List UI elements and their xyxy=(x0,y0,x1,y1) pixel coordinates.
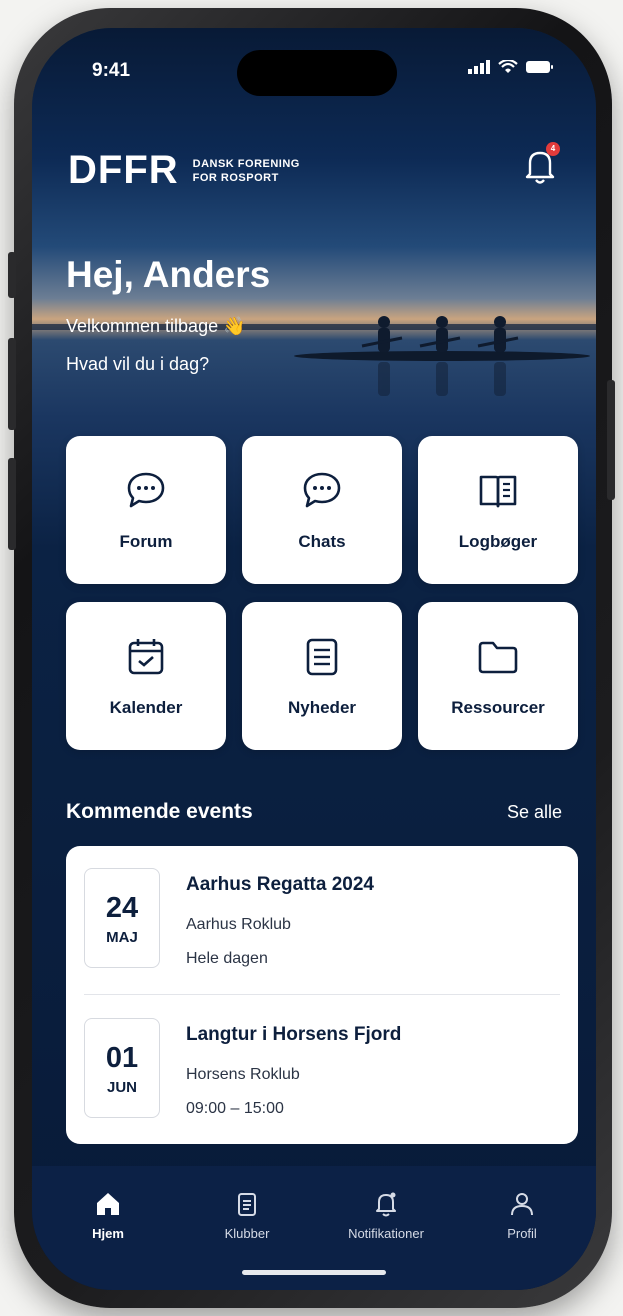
home-indicator xyxy=(242,1270,386,1275)
home-icon xyxy=(97,1193,119,1215)
logo-line-2: FOR ROSPORT xyxy=(192,171,279,184)
logo-line-1: DANSK FORENING xyxy=(192,157,300,170)
event-title: Aarhus Regatta 2024 xyxy=(186,874,374,895)
person-icon xyxy=(511,1193,533,1216)
event-item[interactable]: 24 MAJ Aarhus Regatta 2024 Aarhus Roklub… xyxy=(66,846,578,994)
event-title: Langtur i Horsens Fjord xyxy=(186,1024,402,1045)
signal-icon xyxy=(468,60,490,74)
app-screen: 9:41 DFFR DANSK FORENING FOR ROSPORT 4 H… xyxy=(32,28,596,1290)
document-icon xyxy=(306,638,338,676)
volume-down-button xyxy=(8,458,16,550)
battery-icon xyxy=(526,61,553,73)
tile-label: Forum xyxy=(119,532,173,551)
volume-up-button xyxy=(8,338,16,430)
event-date-box: 24 MAJ xyxy=(84,868,160,968)
rowing-crew-image xyxy=(294,316,590,396)
tile-calendar[interactable]: Kalender xyxy=(66,602,226,750)
tile-label: Chats xyxy=(298,532,346,551)
welcome-text: Velkommen tilbage 👋 xyxy=(66,316,246,336)
folder-icon xyxy=(478,641,518,674)
status-time: 9:41 xyxy=(92,60,131,81)
calendar-icon xyxy=(128,639,164,675)
event-day: 01 xyxy=(105,1041,139,1074)
event-month: JUN xyxy=(106,1078,137,1096)
bell-icon xyxy=(376,1192,396,1217)
tab-notifications[interactable]: Notifikationer xyxy=(326,1190,446,1241)
tile-chats[interactable]: Chats xyxy=(242,436,402,584)
tab-profile[interactable]: Profil xyxy=(462,1190,582,1241)
dffr-logo: DFFR DANSK FORENING FOR ROSPORT xyxy=(68,148,300,193)
events-card: 24 MAJ Aarhus Regatta 2024 Aarhus Roklub… xyxy=(66,846,578,1144)
event-club: Aarhus Roklub xyxy=(186,916,291,933)
event-day: 24 xyxy=(105,891,139,924)
tile-resources[interactable]: Ressourcer xyxy=(418,602,578,750)
event-month: MAJ xyxy=(106,928,138,946)
dynamic-island xyxy=(237,50,397,96)
mute-switch xyxy=(8,252,16,298)
tile-label: Logbøger xyxy=(458,532,538,551)
notifications-button[interactable]: 4 xyxy=(522,142,560,186)
tile-logbooks[interactable]: Logbøger xyxy=(418,436,578,584)
tile-label: Ressourcer xyxy=(451,698,545,717)
tab-clubs[interactable]: Klubber xyxy=(187,1190,307,1241)
chat-bubble-icon xyxy=(127,472,165,508)
greeting-title: Hej, Anders xyxy=(66,254,271,295)
tab-label: Hjem xyxy=(92,1226,124,1241)
events-section-title: Kommende events xyxy=(66,800,253,823)
open-book-icon xyxy=(479,475,517,508)
event-item[interactable]: 01 JUN Langtur i Horsens Fjord Horsens R… xyxy=(66,996,578,1144)
event-time: Hele dagen xyxy=(186,950,268,967)
status-bar: 9:41 xyxy=(32,28,596,108)
tile-label: Kalender xyxy=(109,698,183,717)
tab-label: Notifikationer xyxy=(348,1226,424,1241)
clipboard-icon xyxy=(238,1193,256,1216)
logo-subtitle: DANSK FORENING FOR ROSPORT xyxy=(193,157,300,185)
prompt-text: Hvad vil du i dag? xyxy=(66,354,210,374)
tab-home[interactable]: Hjem xyxy=(48,1190,168,1241)
event-time: 09:00 – 15:00 xyxy=(186,1100,284,1117)
chat-bubble-icon xyxy=(303,472,341,508)
tile-forum[interactable]: Forum xyxy=(66,436,226,584)
logo-mark: DFFR xyxy=(68,148,179,192)
see-all-link[interactable]: Se alle xyxy=(507,802,562,823)
tile-label: Nyheder xyxy=(287,698,357,717)
tab-label: Klubber xyxy=(224,1226,270,1241)
event-date-box: 01 JUN xyxy=(84,1018,160,1118)
status-icons xyxy=(468,60,554,74)
power-button xyxy=(607,380,615,500)
notification-badge: 4 xyxy=(546,142,560,156)
tab-label: Profil xyxy=(507,1226,537,1241)
tile-news[interactable]: Nyheder xyxy=(242,602,402,750)
wifi-icon xyxy=(498,60,518,73)
event-club: Horsens Roklub xyxy=(186,1066,300,1083)
event-divider xyxy=(84,994,560,995)
